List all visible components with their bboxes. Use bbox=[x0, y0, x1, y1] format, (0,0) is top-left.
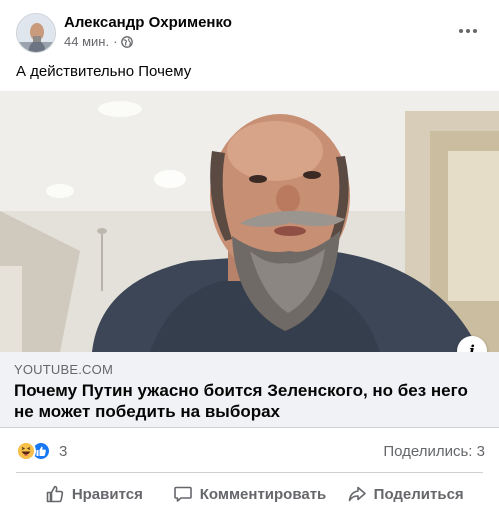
thumbs-up-icon bbox=[46, 485, 63, 503]
haha-icon bbox=[16, 441, 36, 461]
comment-button[interactable]: Комментировать bbox=[172, 476, 328, 510]
globe-icon[interactable] bbox=[121, 35, 134, 48]
link-preview-image[interactable] bbox=[0, 91, 499, 352]
share-button-label: Поделиться bbox=[373, 485, 464, 503]
dot-icon bbox=[473, 29, 477, 33]
share-button[interactable]: Поделиться bbox=[327, 476, 483, 510]
like-button-label: Нравится bbox=[71, 485, 143, 503]
avatar-image bbox=[17, 14, 55, 52]
link-title[interactable]: Почему Путин ужасно боится Зеленского, н… bbox=[14, 380, 489, 422]
author-name[interactable]: Александр Охрименко bbox=[64, 14, 232, 31]
reactions-summary[interactable]: 3 bbox=[16, 441, 67, 461]
post-meta: 44 мин. · bbox=[64, 34, 134, 49]
comment-button-label: Комментировать bbox=[199, 485, 327, 503]
post-text: А действительно Почему bbox=[16, 63, 192, 80]
share-arrow-icon bbox=[348, 486, 366, 502]
meta-separator: · bbox=[113, 34, 118, 49]
link-info-box[interactable]: YOUTUBE.COM Почему Путин ужасно боится З… bbox=[0, 352, 499, 428]
post-time[interactable]: 44 мин. bbox=[64, 34, 109, 49]
video-thumbnail bbox=[0, 91, 499, 352]
dot-icon bbox=[459, 29, 463, 33]
more-options-button[interactable] bbox=[455, 18, 481, 44]
dot-icon bbox=[466, 29, 470, 33]
like-button[interactable]: Нравится bbox=[16, 476, 172, 510]
post-card: Александр Охрименко 44 мин. · А действит… bbox=[0, 0, 499, 510]
link-domain: YOUTUBE.COM bbox=[14, 362, 113, 377]
action-bar: Нравится Комментировать Поделиться bbox=[16, 476, 483, 510]
author-avatar[interactable] bbox=[16, 13, 56, 53]
reaction-count: 3 bbox=[59, 442, 68, 460]
comment-icon bbox=[173, 486, 192, 502]
shares-count[interactable]: Поделились: 3 bbox=[383, 443, 485, 460]
divider bbox=[16, 472, 483, 473]
